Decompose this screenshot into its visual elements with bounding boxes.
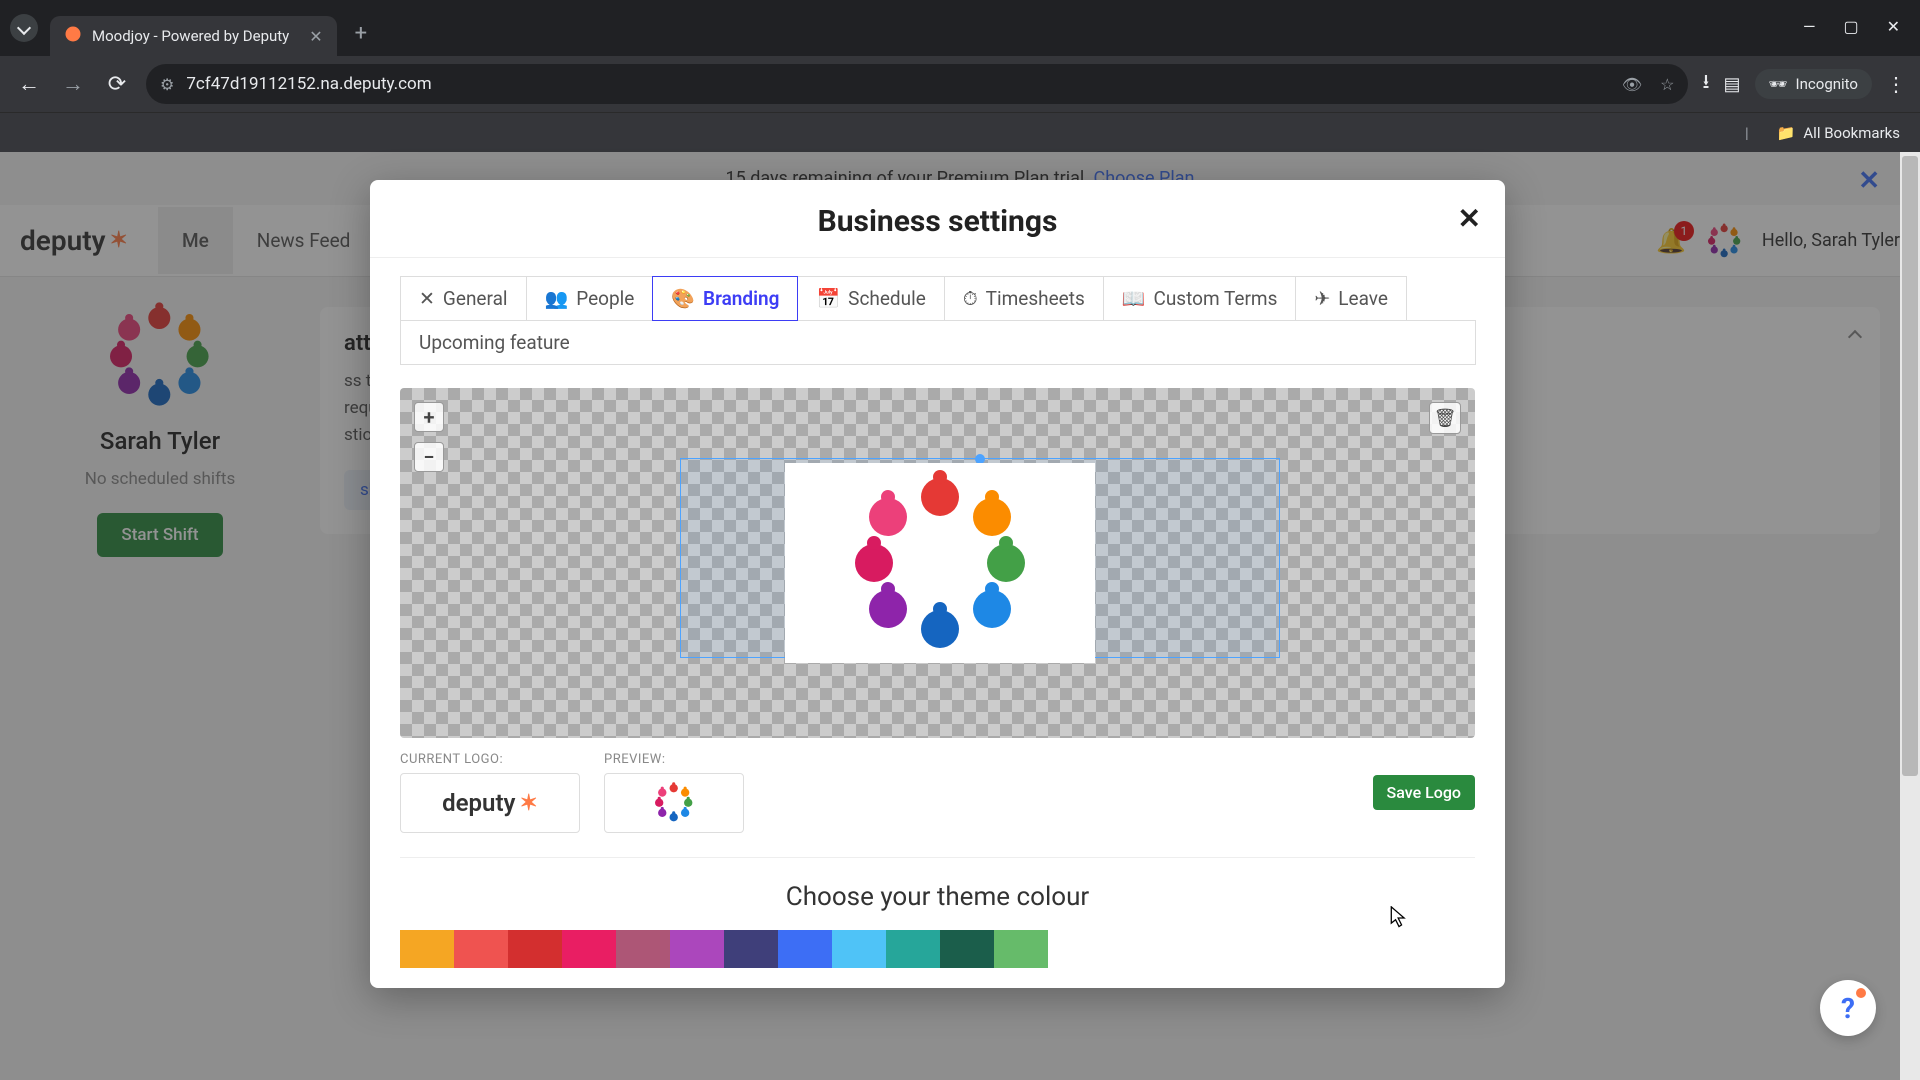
theme-swatch-2[interactable] <box>508 930 562 968</box>
browser-toolbar: ← → ⟳ ⚙ 7cf47d19112152.na.deputy.com 👁 ☆… <box>0 56 1920 112</box>
theme-swatch-6[interactable] <box>724 930 778 968</box>
side-panel-icon[interactable]: ▤ <box>1723 74 1740 95</box>
incognito-icon: 🕶 <box>1769 75 1788 93</box>
preview-label: PREVIEW: <box>604 752 744 767</box>
forward-button[interactable]: → <box>58 71 88 97</box>
trash-icon: 🗑 <box>1434 408 1457 429</box>
new-tab-button[interactable]: + <box>355 21 367 46</box>
tab-close-button[interactable]: ✕ <box>309 27 322 46</box>
folder-icon: 📁 <box>1777 124 1796 142</box>
preview-logo-box <box>604 773 744 833</box>
settings-tabs: ✕General 👥People 🎨Branding 📅Schedule ⏱Ti… <box>370 258 1505 364</box>
tab-timesheets[interactable]: ⏱Timesheets <box>944 276 1104 321</box>
page-scrollbar[interactable] <box>1900 152 1920 1080</box>
tab-leave[interactable]: ✈Leave <box>1295 276 1407 321</box>
minimize-button[interactable]: — <box>1803 17 1816 36</box>
people-icon: 👥 <box>545 287 569 310</box>
theme-swatch-4[interactable] <box>616 930 670 968</box>
tab-general[interactable]: ✕General <box>400 276 527 321</box>
all-bookmarks-link[interactable]: All Bookmarks <box>1803 124 1900 142</box>
palette-icon: 🎨 <box>671 287 695 310</box>
theme-swatch-0[interactable] <box>400 930 454 968</box>
incognito-label: Incognito <box>1796 75 1858 93</box>
browser-menu-icon[interactable]: ⋮ <box>1886 72 1906 96</box>
theme-swatch-8[interactable] <box>832 930 886 968</box>
theme-swatch-7[interactable] <box>778 930 832 968</box>
tab-branding[interactable]: 🎨Branding <box>652 276 798 321</box>
modal-header: Business settings ✕ <box>370 180 1505 258</box>
clock-icon: ⏱ <box>963 287 978 310</box>
browser-tab-strip: Moodjoy - Powered by Deputy ✕ + — ▢ ✕ <box>0 0 1920 56</box>
tab-schedule[interactable]: 📅Schedule <box>797 276 944 321</box>
zoom-out-button[interactable]: − <box>414 442 444 472</box>
help-button[interactable]: ? <box>1820 980 1876 1036</box>
logo-preview-row: CURRENT LOGO: deputy✶ PREVIEW: Save Logo <box>370 738 1505 833</box>
logo-crop-editor[interactable]: + − 🗑 <box>400 388 1475 738</box>
business-settings-modal: Business settings ✕ ✕General 👥People 🎨Br… <box>370 180 1505 988</box>
theme-swatch-9[interactable] <box>886 930 940 968</box>
tab-upcoming-feature[interactable]: Upcoming feature <box>400 320 1476 365</box>
site-settings-icon[interactable]: ⚙ <box>160 75 174 94</box>
bookmark-star-icon[interactable]: ☆ <box>1660 75 1674 94</box>
book-icon: 📖 <box>1122 287 1146 310</box>
modal-title: Business settings <box>400 204 1475 239</box>
plane-icon: ✈ <box>1314 287 1330 310</box>
theme-swatch-3[interactable] <box>562 930 616 968</box>
incognito-badge[interactable]: 🕶 Incognito <box>1755 69 1873 99</box>
current-logo-label: CURRENT LOGO: <box>400 752 580 767</box>
save-logo-button[interactable]: Save Logo <box>1373 775 1475 810</box>
theme-swatch-5[interactable] <box>670 930 724 968</box>
back-button[interactable]: ← <box>14 71 44 97</box>
current-logo-box: deputy✶ <box>400 773 580 833</box>
tab-search-dropdown[interactable] <box>10 14 38 42</box>
browser-tab[interactable]: Moodjoy - Powered by Deputy ✕ <box>50 16 337 56</box>
help-icon: ? <box>1841 992 1855 1025</box>
theme-swatch-10[interactable] <box>940 930 994 968</box>
bookmarks-divider: | <box>1745 124 1749 142</box>
wrench-icon: ✕ <box>419 287 435 310</box>
tab-custom-terms[interactable]: 📖Custom Terms <box>1103 276 1297 321</box>
theme-colour-title: Choose your theme colour <box>370 858 1505 930</box>
address-bar[interactable]: ⚙ 7cf47d19112152.na.deputy.com 👁 ☆ <box>146 64 1688 104</box>
hidden-eye-icon[interactable]: 👁 <box>1622 75 1642 94</box>
downloads-icon[interactable]: ⭳ <box>1702 67 1709 101</box>
theme-swatch-11[interactable] <box>994 930 1048 968</box>
zoom-in-button[interactable]: + <box>414 402 444 432</box>
help-notification-dot <box>1856 988 1866 998</box>
delete-logo-button[interactable]: 🗑 <box>1429 402 1461 434</box>
theme-swatch-1[interactable] <box>454 930 508 968</box>
maximize-button[interactable]: ▢ <box>1843 17 1858 36</box>
tab-favicon <box>64 25 82 47</box>
reload-button[interactable]: ⟳ <box>102 72 132 97</box>
calendar-icon: 📅 <box>816 287 840 310</box>
tab-people[interactable]: 👥People <box>526 276 654 321</box>
theme-swatches <box>370 930 1505 988</box>
scrollbar-thumb[interactable] <box>1902 156 1918 776</box>
modal-close-button[interactable]: ✕ <box>1458 202 1481 235</box>
bookmarks-bar: | 📁 All Bookmarks <box>0 112 1920 152</box>
chevron-down-icon <box>17 21 31 35</box>
logo-star-icon: ✶ <box>519 791 537 816</box>
url-text: 7cf47d19112152.na.deputy.com <box>186 74 431 94</box>
tab-title: Moodjoy - Powered by Deputy <box>92 27 289 45</box>
uploaded-logo-image[interactable] <box>785 463 1095 663</box>
close-window-button[interactable]: ✕ <box>1887 17 1900 36</box>
